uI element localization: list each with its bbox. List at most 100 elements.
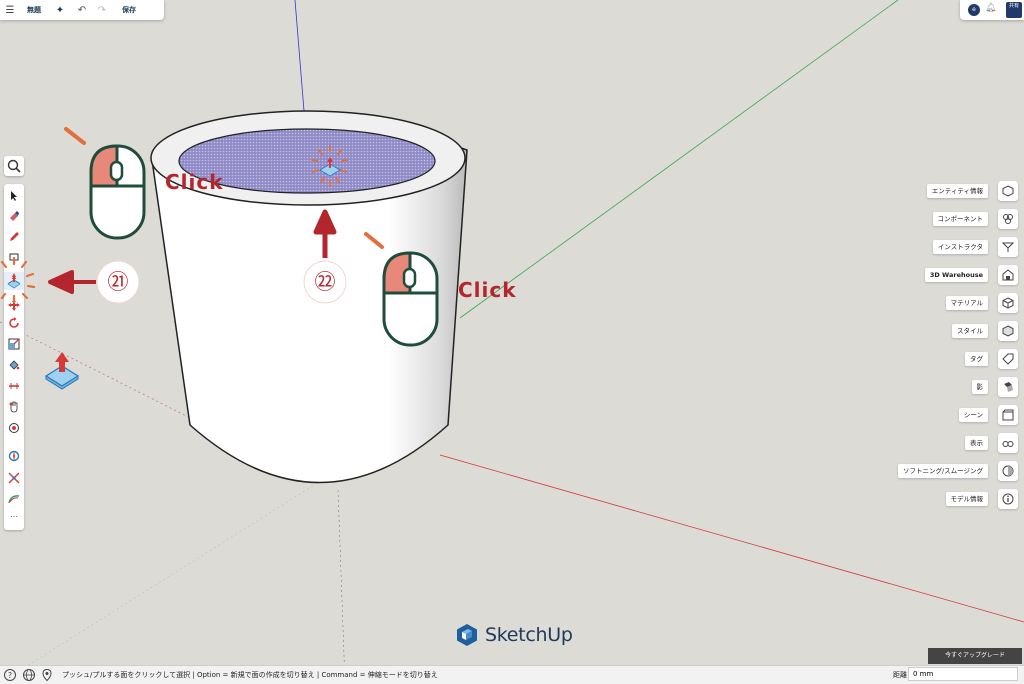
display-icon — [1002, 441, 1014, 447]
panel-label-tags[interactable]: タグ — [965, 352, 988, 366]
rectangle-icon — [9, 253, 19, 261]
sketchup-logo-icon — [457, 624, 477, 646]
green-axis-dotted — [0, 474, 331, 683]
top-toolbar: ☰ 無題 ✦ ↶ ↷ 保存 — [0, 0, 164, 20]
document-title[interactable]: 無題 — [20, 0, 48, 20]
brand-name: SketchUp — [485, 624, 573, 646]
panel-label-entity-info[interactable]: エンティティ情報 — [926, 184, 988, 198]
upgrade-button[interactable]: 今すぐアップグレード — [928, 648, 1022, 664]
avatar[interactable]: e — [968, 4, 980, 16]
panel-label-styles[interactable]: スタイル — [952, 324, 988, 338]
share-button[interactable]: 共有 — [1006, 2, 1022, 18]
sparkle-icon[interactable]: ✦ — [48, 0, 72, 20]
step-number-label: ㉑ — [107, 270, 129, 294]
search-icon — [7, 159, 21, 173]
shadows-button[interactable] — [998, 377, 1018, 397]
components-icon — [1003, 214, 1013, 224]
step-number-label: ㉒ — [314, 270, 336, 294]
svg-text:?: ? — [8, 671, 12, 680]
account-area: e 🔔︎ 共有 — [960, 0, 1024, 20]
zoom-tool[interactable] — [4, 419, 24, 437]
click-annotation-label: Click — [458, 278, 517, 302]
entity-info-icon — [1002, 185, 1014, 197]
model-info-button[interactable] — [998, 489, 1018, 509]
rotate-icon — [9, 317, 19, 328]
panel-label-shadows[interactable]: 影 — [971, 380, 988, 394]
green-axis — [459, 0, 899, 319]
panel-label-components[interactable]: コンポーネント — [932, 212, 988, 226]
instructor-icon — [1002, 242, 1014, 252]
more-tools-icon[interactable]: ⋯ — [4, 512, 24, 521]
modeling-viewport[interactable] — [0, 0, 1024, 683]
components-button[interactable] — [998, 209, 1018, 229]
scenes-icon — [1002, 409, 1014, 421]
location-pin-icon[interactable] — [40, 668, 54, 682]
paint-bucket-tool[interactable] — [4, 356, 24, 374]
entity-info-button[interactable] — [998, 181, 1018, 201]
globe-icon[interactable] — [22, 668, 36, 682]
materials-button[interactable] — [998, 293, 1018, 313]
push-pull-tool[interactable] — [4, 272, 24, 290]
panel-label-soften[interactable]: ソフトニング/スムージング — [897, 464, 988, 478]
panel-label-scenes[interactable]: シーン — [958, 408, 988, 422]
offset-tool[interactable] — [4, 469, 24, 487]
status-hint-text: プッシュ/プルする面をクリックして選択 | Option = 新規で面の作成を切… — [62, 671, 438, 679]
search-tool-button[interactable] — [4, 156, 24, 176]
panel-label-display[interactable]: 表示 — [965, 436, 988, 450]
distance-input[interactable] — [908, 667, 1018, 681]
notification-icon[interactable]: 🔔︎ — [985, 3, 996, 13]
soften-icon — [1002, 465, 1014, 477]
paint-bucket-icon — [9, 360, 20, 370]
panel-label-instructor[interactable]: インストラクタ — [932, 240, 988, 254]
save-button[interactable]: 保存 — [112, 0, 146, 20]
push-pull-icon — [8, 276, 20, 287]
tape-measure-tool[interactable] — [4, 377, 24, 395]
help-icon[interactable]: ? — [3, 668, 17, 682]
styles-button[interactable] — [998, 321, 1018, 341]
sketchup-logo: SketchUp — [455, 623, 573, 647]
eraser-icon — [10, 211, 19, 221]
tags-icon — [1002, 353, 1014, 365]
hand-icon — [9, 401, 18, 413]
follow-me-icon — [8, 495, 20, 504]
scale-icon — [8, 338, 20, 350]
pencil-tool[interactable] — [4, 228, 24, 246]
eraser-tool[interactable] — [4, 207, 24, 225]
display-button[interactable] — [998, 433, 1018, 453]
move-icon — [8, 299, 20, 311]
follow-me-tool[interactable] — [4, 490, 24, 508]
warehouse-icon — [1002, 269, 1014, 281]
click-annotation-label: Click — [165, 170, 224, 194]
red-axis — [439, 454, 1024, 623]
redo-icon[interactable]: ↷ — [92, 0, 112, 20]
hamburger-menu-icon[interactable]: ☰ — [0, 0, 20, 20]
scenes-button[interactable] — [998, 405, 1018, 425]
status-bar: ? プッシュ/プルする面をクリックして選択 | Option = 新規で面の作成… — [0, 665, 1024, 684]
scale-tool[interactable] — [4, 335, 24, 353]
blue-axis-dotted — [337, 489, 346, 683]
select-tool[interactable] — [4, 187, 24, 205]
instructor-button[interactable] — [998, 237, 1018, 257]
axes-icon — [8, 472, 20, 484]
undo-icon[interactable]: ↶ — [72, 0, 92, 20]
pencil-icon — [10, 232, 19, 241]
warehouse-button[interactable] — [998, 265, 1018, 285]
panel-label-3d-warehouse[interactable]: 3D Warehouse — [924, 268, 988, 282]
shapes-tool[interactable] — [4, 248, 24, 266]
compass-icon — [8, 450, 20, 462]
info-icon — [1002, 493, 1014, 505]
section-tool[interactable] — [4, 447, 24, 465]
styles-icon — [1002, 325, 1014, 337]
panel-label-model-info[interactable]: モデル情報 — [945, 492, 988, 506]
tags-button[interactable] — [998, 349, 1018, 369]
target-icon — [9, 423, 19, 433]
soften-button[interactable] — [998, 461, 1018, 481]
rotate-tool[interactable] — [4, 314, 24, 332]
orbit-hand-tool[interactable] — [4, 398, 24, 416]
panel-label-materials[interactable]: マテリアル — [945, 296, 988, 310]
tool-palette: ⋯ — [4, 184, 24, 530]
materials-icon — [1002, 297, 1014, 309]
move-tool[interactable] — [4, 296, 24, 314]
distance-label: 距離 — [893, 671, 907, 679]
tape-measure-icon — [9, 383, 19, 389]
